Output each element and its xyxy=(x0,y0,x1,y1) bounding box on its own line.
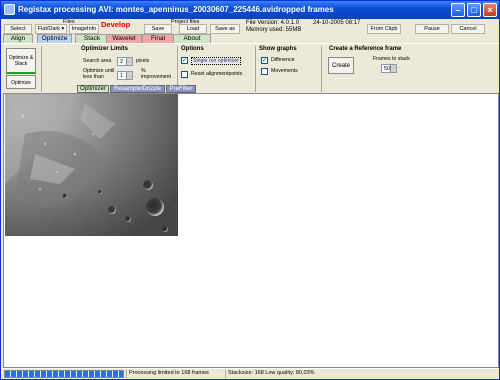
load-button[interactable]: Load xyxy=(179,24,207,34)
optimize-and-stack-button[interactable]: Optimize & Stack xyxy=(6,48,36,74)
tab-stack[interactable]: Stack xyxy=(75,34,109,43)
flatdark-button[interactable]: Flat/Dark ▾ xyxy=(35,24,67,34)
imageinfo-button[interactable]: ImageInfo xyxy=(69,24,99,34)
tab-final[interactable]: Final xyxy=(142,34,174,43)
search-area-label: Search area xyxy=(83,58,112,64)
difference-label: Difference xyxy=(271,57,295,63)
optimize-until-label-2: less than xyxy=(83,74,104,80)
spinner-arrows-icon[interactable] xyxy=(126,58,132,65)
divider xyxy=(225,370,226,378)
processing-status: Processing limited to 168 frames xyxy=(129,370,209,376)
window-title: Registax processing AVI: montes_apenninu… xyxy=(18,5,334,14)
create-reference-button[interactable]: Create xyxy=(328,57,354,74)
memory-used: Memory used: 55MB xyxy=(246,27,302,33)
optimize-button[interactable]: Optimize xyxy=(6,75,36,89)
divider xyxy=(41,46,42,92)
application-window: Registax processing AVI: montes_apenninu… xyxy=(0,0,500,380)
file-date: 24-10-2005 08:17 xyxy=(313,20,361,26)
moon-surface-image xyxy=(5,94,178,236)
progress-fill xyxy=(5,371,123,377)
status-bar: Processing limited to 168 frames Stacksi… xyxy=(2,368,499,378)
tab-align[interactable]: Align xyxy=(3,34,33,43)
cancel-button[interactable]: Cancel xyxy=(451,24,485,34)
show-graphs-title: Show graphs xyxy=(259,46,297,52)
optimizer-limits-title: Optimizer Limits xyxy=(81,46,129,52)
movements-label: Movements xyxy=(271,68,298,74)
reset-alignment-label: Reset alignmentpoints xyxy=(191,71,243,77)
improvement-spinner[interactable]: 1 xyxy=(117,71,133,80)
minimize-button[interactable]: – xyxy=(451,3,465,17)
single-run-checkbox[interactable]: ✓ xyxy=(181,57,188,64)
difference-checkbox[interactable]: ✓ xyxy=(261,57,268,64)
frame-image[interactable] xyxy=(5,94,178,236)
search-area-value: 2 xyxy=(120,59,124,65)
app-icon xyxy=(4,4,15,15)
title-bar: Registax processing AVI: montes_apenninu… xyxy=(1,1,499,19)
stacksize-status: Stacksize: 168 Low quality: 80,03% xyxy=(228,370,315,376)
frames-to-stack-label: Frames to stack xyxy=(373,56,410,62)
save-button[interactable]: Save xyxy=(144,24,172,34)
tab-about[interactable]: About xyxy=(173,34,211,43)
tab-optimize[interactable]: Optimize xyxy=(37,34,72,43)
divider xyxy=(321,46,322,92)
improvement-unit: improvement xyxy=(141,74,171,80)
progress-bar xyxy=(4,370,124,378)
reference-frame-title: Create a Reference frame xyxy=(329,46,402,52)
from-clipboard-button[interactable]: From Clipb xyxy=(367,24,401,34)
frames-to-stack-spinner[interactable]: 50 xyxy=(381,64,397,73)
file-version: File Version: 4.0.1.0 xyxy=(246,20,300,26)
subtab-prefilter[interactable]: PreFilter xyxy=(166,85,196,93)
subtab-resample-drizzle[interactable]: Resample/Drizzle xyxy=(110,85,165,93)
maximize-button[interactable]: □ xyxy=(467,3,481,17)
spinner-arrows-icon[interactable] xyxy=(126,72,132,79)
select-button[interactable]: Select xyxy=(4,24,32,34)
single-run-label: Single run optimizer xyxy=(191,57,241,65)
spinner-arrows-icon[interactable] xyxy=(390,65,396,72)
divider xyxy=(126,370,127,378)
improvement-value: 1 xyxy=(120,73,124,79)
subtab-optimizer[interactable]: Optimizer xyxy=(77,85,109,93)
close-button[interactable]: × xyxy=(483,3,497,17)
reset-alignment-checkbox[interactable] xyxy=(181,71,188,78)
toolbar: Files Select Flat/Dark ▾ ImageInfo Devel… xyxy=(1,19,499,34)
options-title: Options xyxy=(181,46,204,52)
movements-checkbox[interactable] xyxy=(261,68,268,75)
search-area-spinner[interactable]: 2 xyxy=(117,57,133,66)
develop-label: Develop xyxy=(101,20,131,29)
save-as-button[interactable]: Save as xyxy=(210,24,240,34)
divider xyxy=(255,46,256,92)
pause-button[interactable]: Pause xyxy=(415,24,449,34)
search-area-unit: pixels xyxy=(136,58,150,64)
tab-wavelet[interactable]: Wavelet xyxy=(106,34,142,43)
